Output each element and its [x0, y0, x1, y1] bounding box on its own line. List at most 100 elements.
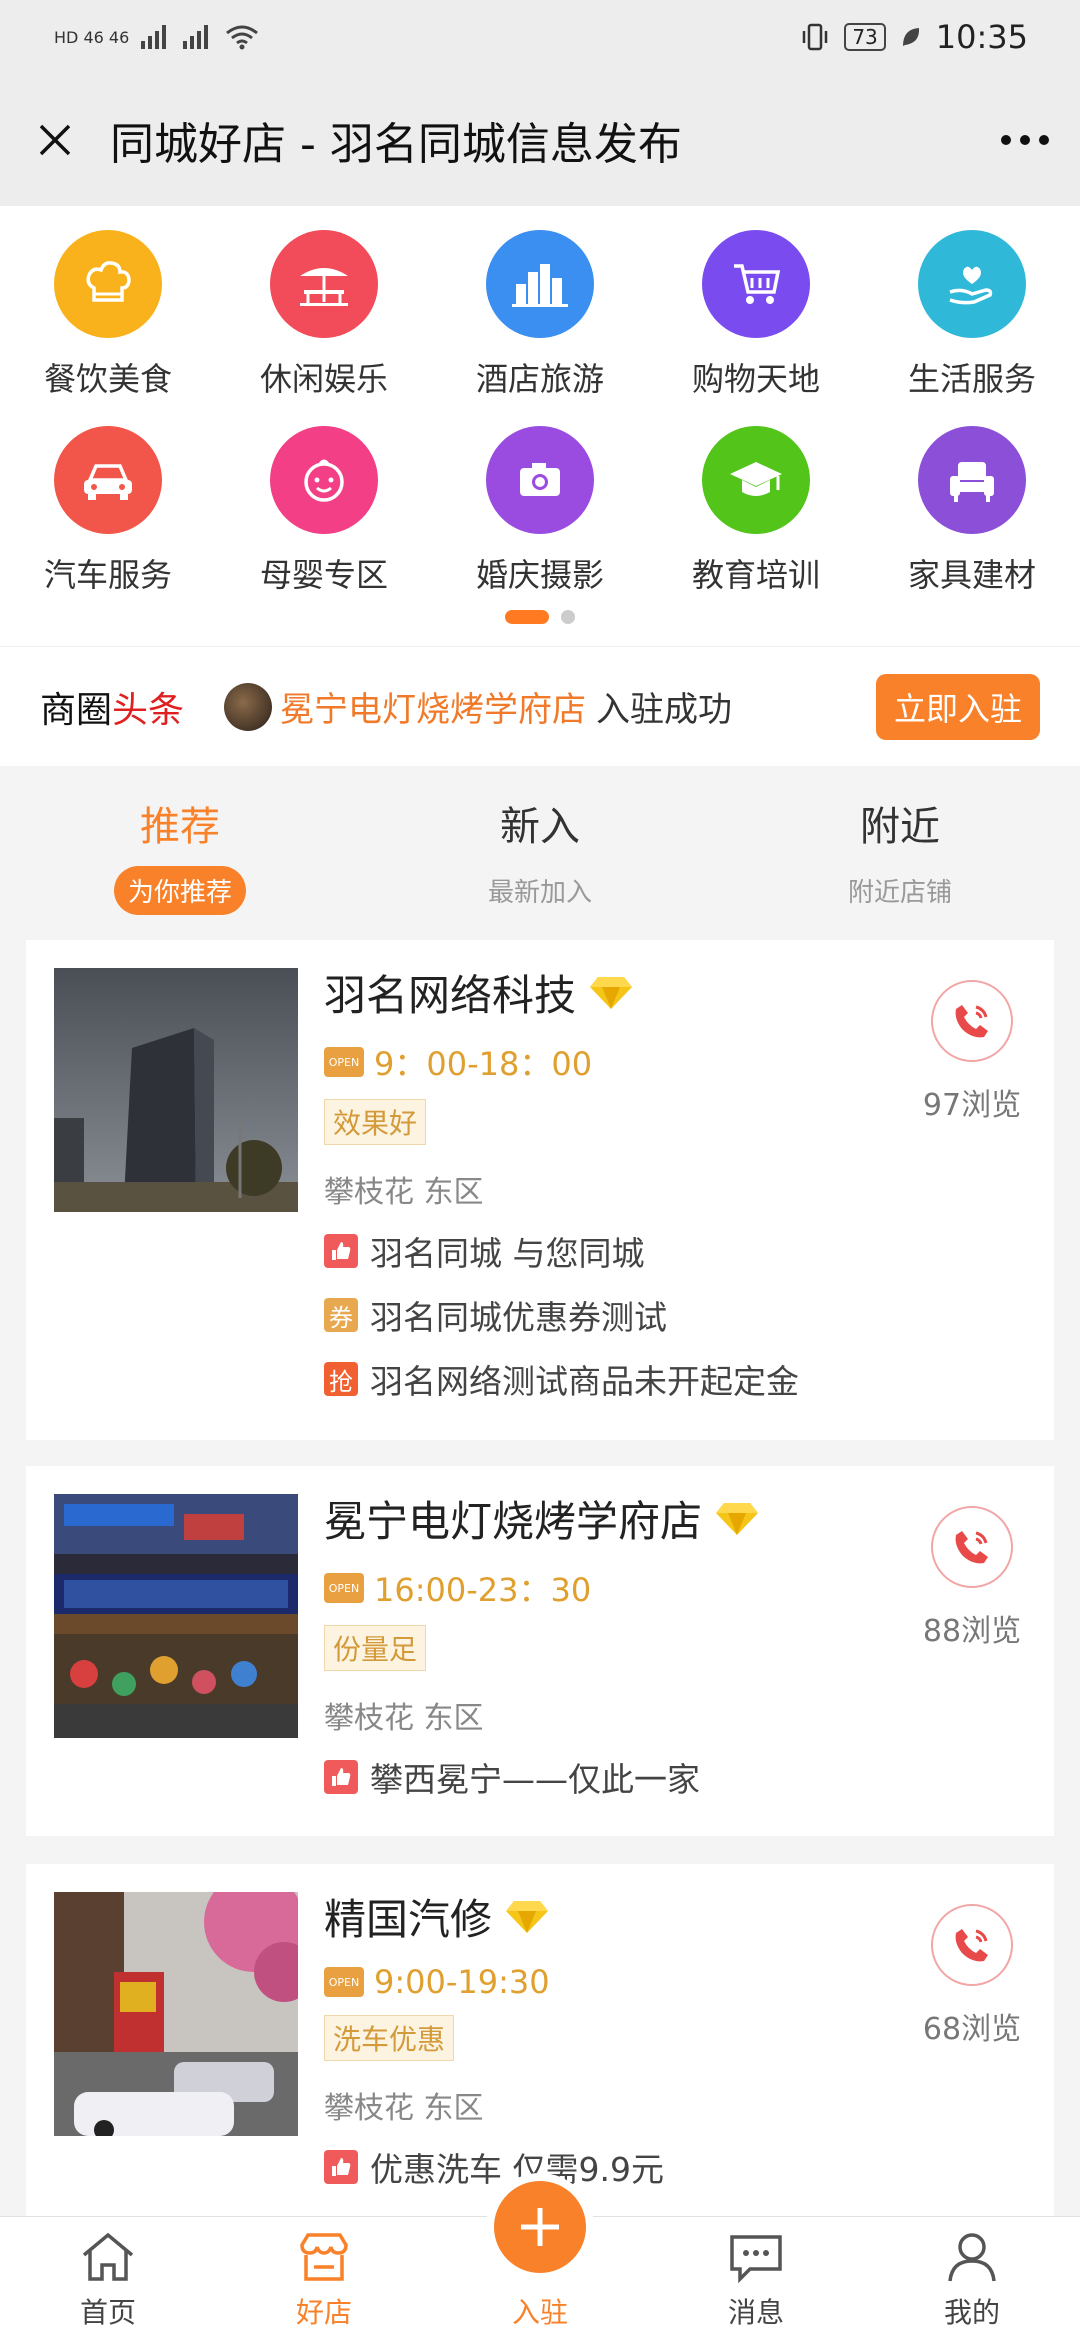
phone-icon	[955, 1005, 988, 1038]
ticker-status: 入驻成功	[596, 690, 733, 730]
page-dot-active[interactable]	[505, 610, 549, 624]
category-item[interactable]: 生活服务	[864, 206, 1080, 402]
city-buildings-icon	[486, 230, 594, 338]
diamond-vip-icon	[506, 1900, 549, 1933]
category-label: 生活服务	[907, 360, 1036, 398]
baby-face-icon	[270, 426, 378, 534]
tab-title: 附近	[860, 804, 940, 850]
hours-text: 16:00-23：30	[374, 1571, 592, 1609]
category-item[interactable]: 汽车服务	[0, 402, 216, 598]
umbrella-table-icon	[270, 230, 378, 338]
promo-item[interactable]: 优惠洗车 仅需9.9元	[324, 2143, 874, 2191]
ticker-title: 商圈头条	[40, 681, 184, 733]
call-button[interactable]	[931, 980, 1013, 1062]
message-icon	[730, 2235, 782, 2284]
promo-text: 羽名同城优惠券测试	[370, 1298, 667, 1337]
category-item[interactable]: 家具建材	[864, 402, 1080, 598]
shop-card[interactable]: 冕宁电灯烧烤学府店 OPEN 16:00-23：30 份量足 攀枝花 东区 攀西…	[26, 1466, 1054, 1836]
category-item[interactable]: 休闲娱乐	[216, 206, 432, 402]
category-label: 教育培训	[691, 556, 820, 594]
shop-area: 攀枝花 东区	[324, 2091, 484, 2126]
close-button[interactable]	[0, 74, 110, 206]
thumbs-up-icon	[324, 1760, 358, 1794]
category-item[interactable]: 教育培训	[648, 402, 864, 598]
tab-recommend[interactable]: 推荐 为你推荐	[0, 766, 360, 926]
car-icon	[54, 426, 162, 534]
business-hours: OPEN 9:00-19:30	[324, 1963, 874, 2001]
shop-photo	[54, 1494, 298, 1738]
category-item[interactable]: 母婴专区	[216, 402, 432, 598]
category-label: 酒店旅游	[475, 360, 604, 398]
shop-name-text: 冕宁电灯烧烤学府店	[324, 1497, 703, 1546]
diamond-vip-icon	[590, 976, 633, 1009]
plus-icon	[521, 2208, 559, 2246]
promo-text: 攀西冕宁——仅此一家	[370, 1760, 700, 1799]
promo-item[interactable]: 攀西冕宁——仅此一家	[324, 1753, 874, 1801]
shop-tabs: 推荐 为你推荐 新入 最新加入 附近 附近店铺	[0, 766, 1080, 926]
view-count: 97浏览	[922, 1088, 1022, 1123]
join-fab[interactable]	[494, 2181, 586, 2273]
ticker-title-a: 商圈	[40, 689, 113, 731]
shop-name: 冕宁电灯烧烤学府店	[324, 1488, 874, 1549]
carousel-indicator	[0, 610, 1080, 624]
page-dot[interactable]	[561, 610, 575, 624]
shop-card[interactable]: 羽名网络科技 OPEN 9：00-18：00 效果好 攀枝花 东区 羽名同城 与…	[26, 940, 1054, 1440]
nav-profile[interactable]: 我的	[864, 2217, 1080, 2340]
more-menu-button[interactable]	[970, 74, 1080, 206]
call-button[interactable]	[931, 1506, 1013, 1588]
open-sign-icon: OPEN	[324, 1967, 364, 1997]
category-item[interactable]: 婚庆摄影	[432, 402, 648, 598]
tab-new[interactable]: 新入 最新加入	[360, 766, 720, 926]
shop-area: 攀枝花 东区	[324, 1701, 484, 1736]
signal-icon	[141, 25, 167, 49]
hours-text: 9:00-19:30	[374, 1963, 550, 2001]
shop-photo	[54, 968, 298, 1212]
phone-icon	[955, 1531, 988, 1564]
business-hours: OPEN 9：00-18：00	[324, 1039, 874, 1085]
shop-card[interactable]: 精国汽修 OPEN 9:00-19:30 洗车优惠 攀枝花 东区 优惠洗车 仅需…	[26, 1864, 1054, 2224]
page-title: 同城好店 - 羽名同城信息发布	[110, 119, 682, 170]
clock: 10:35	[935, 18, 1028, 56]
nav-messages[interactable]: 消息	[648, 2217, 864, 2340]
category-item[interactable]: 餐饮美食	[0, 206, 216, 402]
call-button[interactable]	[931, 1904, 1013, 1986]
category-item[interactable]: 酒店旅游	[432, 206, 648, 402]
nav-join[interactable]: 入驻	[432, 2181, 648, 2340]
shop-avatar	[224, 682, 273, 731]
camera-icon	[486, 426, 594, 534]
leaf-icon	[902, 28, 919, 46]
tab-subtitle: 附近店铺	[847, 878, 952, 908]
chef-hat-icon	[54, 230, 162, 338]
more-dots-icon	[1001, 135, 1049, 145]
category-label: 婚庆摄影	[475, 556, 604, 594]
shop-photo	[54, 1892, 298, 2136]
promo-item[interactable]: 抢 羽名网络测试商品未开起定金	[324, 1355, 874, 1403]
diamond-vip-icon	[716, 1502, 759, 1535]
promo-text: 羽名同城 与您同城	[370, 1234, 645, 1273]
hand-heart-icon	[918, 230, 1026, 338]
bottom-navigation: 首页 好店 入驻 消息 我的	[0, 2181, 1080, 2340]
promo-item[interactable]: 券 羽名同城优惠券测试	[324, 1291, 874, 1339]
category-item[interactable]: 购物天地	[648, 206, 864, 402]
tab-nearby[interactable]: 附近 附近店铺	[720, 766, 1080, 926]
promo-item[interactable]: 羽名同城 与您同城	[324, 1227, 874, 1275]
nav-label: 消息	[727, 2296, 784, 2329]
title-bar: 同城好店 - 羽名同城信息发布	[0, 74, 1080, 206]
shop-icon	[300, 2233, 348, 2281]
shopping-cart-icon	[702, 230, 810, 338]
join-now-button[interactable]: 立即入驻	[875, 673, 1040, 740]
phone-icon	[955, 1929, 988, 1962]
category-label: 休闲娱乐	[259, 360, 388, 398]
ticker-title-b: 头条	[112, 689, 185, 731]
graduation-cap-icon	[702, 426, 810, 534]
nav-shops[interactable]: 好店	[216, 2217, 432, 2340]
status-bar: HD 46 46 73 10:35	[0, 0, 1080, 74]
category-label: 餐饮美食	[43, 360, 172, 398]
ticker-shop-name[interactable]: 冕宁电灯烧烤学府店	[280, 682, 586, 731]
signal-icon-2	[183, 25, 209, 49]
shop-area: 攀枝花 东区	[324, 1175, 484, 1210]
shop-name-text: 精国汽修	[324, 1895, 493, 1944]
shop-tag: 洗车优惠	[324, 2015, 455, 2061]
nav-label: 好店	[295, 2296, 352, 2329]
nav-home[interactable]: 首页	[0, 2217, 216, 2340]
